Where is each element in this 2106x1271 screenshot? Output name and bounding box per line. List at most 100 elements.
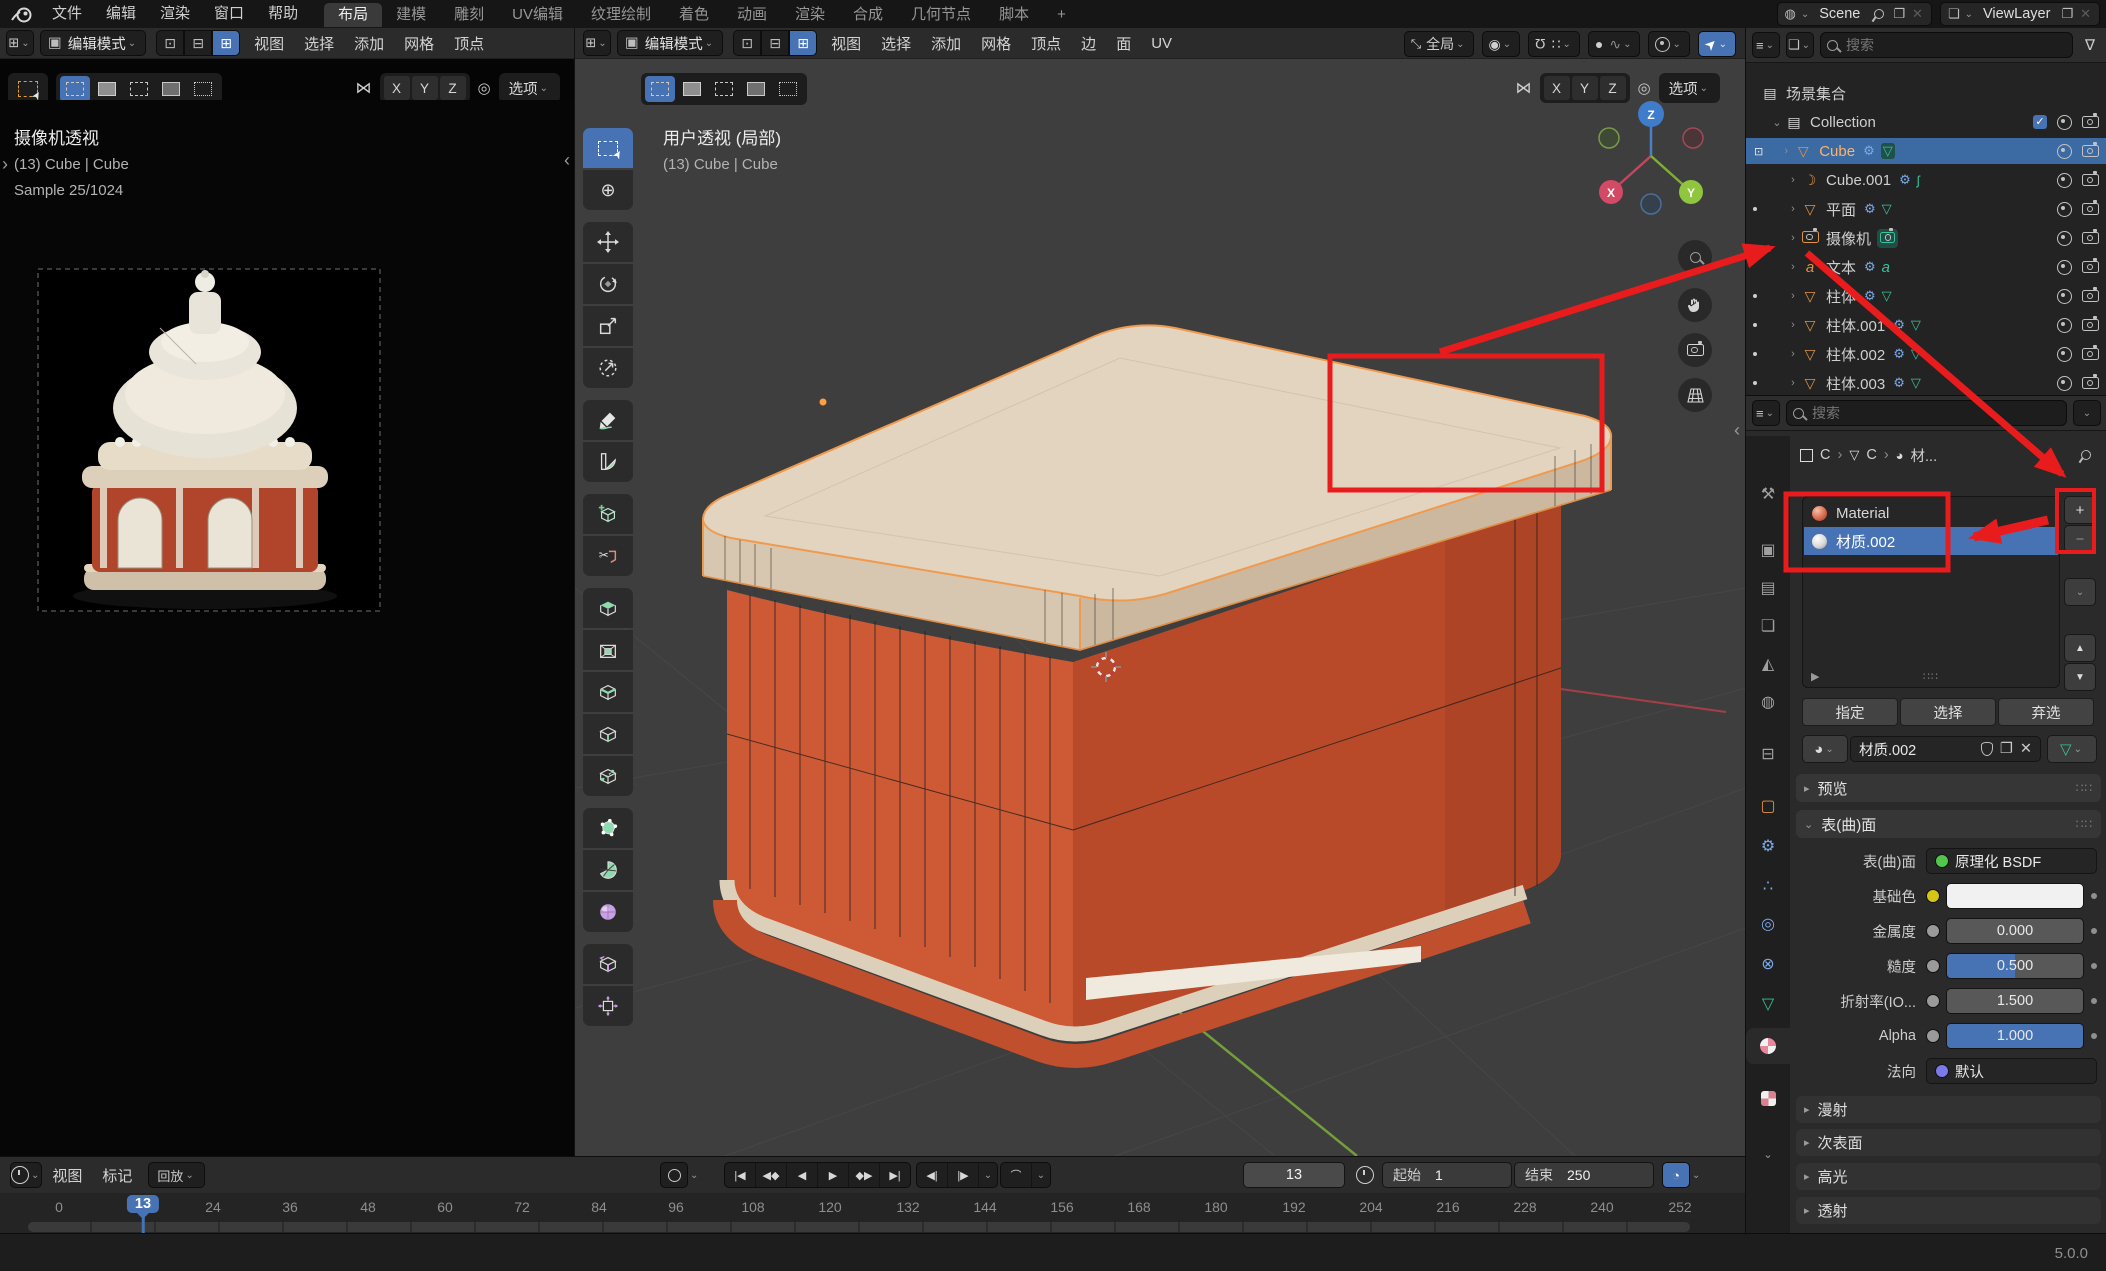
tab-collection[interactable]: ⊟: [1746, 736, 1790, 772]
menu-marker[interactable]: 标记: [92, 1165, 142, 1186]
tab-constraints[interactable]: ⊗: [1746, 946, 1790, 982]
gizmo-toggle[interactable]: ➤⌄: [1698, 31, 1736, 57]
select-subtract-icon[interactable]: [124, 76, 154, 102]
disable-render-icon[interactable]: [2082, 174, 2099, 186]
pivot-point-dropdown[interactable]: ◉⌄: [1482, 31, 1521, 57]
hide-viewport-icon[interactable]: [2057, 115, 2072, 130]
editor-type-button[interactable]: ⊞⌄: [6, 30, 34, 56]
value-socket-icon[interactable]: [1926, 959, 1940, 973]
menu-add[interactable]: 添加: [921, 33, 971, 54]
outliner-row-cylinder[interactable]: › ▽ 柱体 ⚙ ▽: [1746, 283, 2106, 309]
mirror-z-button[interactable]: Z: [1600, 76, 1626, 100]
hide-viewport-icon[interactable]: [2057, 318, 2072, 333]
magnet-icon[interactable]: Ω: [1535, 36, 1545, 52]
tab-texture[interactable]: [1746, 1080, 1790, 1116]
keying-set-icon[interactable]: ⌒: [1001, 1163, 1032, 1187]
menu-face[interactable]: 面: [1106, 33, 1141, 54]
workspace-tab-add[interactable]: +: [1043, 3, 1080, 27]
panel-grip[interactable]: ∷∷: [2076, 817, 2093, 831]
tool-annotate[interactable]: [583, 400, 633, 440]
menu-file[interactable]: 文件: [40, 0, 94, 28]
visibility-dropdown[interactable]: ⌄: [1648, 31, 1689, 57]
disable-render-icon[interactable]: [2082, 232, 2099, 244]
workspace-tab-rendering[interactable]: 渲染: [781, 3, 839, 27]
menu-edge[interactable]: 边: [1071, 33, 1106, 54]
value-socket-icon[interactable]: [1926, 1029, 1940, 1043]
tool-add-cube[interactable]: [583, 494, 633, 534]
menu-add[interactable]: 添加: [344, 33, 394, 54]
display-mode-button[interactable]: ❏⌄: [1786, 32, 1814, 58]
chevron-right-icon[interactable]: ›: [1786, 261, 1800, 273]
falloff-icon[interactable]: ∿: [1609, 36, 1621, 53]
face-select-icon[interactable]: ⊞: [789, 30, 817, 56]
pin-icon[interactable]: [1872, 7, 1886, 21]
proportional-editing-cluster[interactable]: ● ∿⌄: [1588, 31, 1641, 57]
edge-select-icon[interactable]: ⊟: [761, 30, 789, 56]
workspace-tab-uv[interactable]: UV编辑: [498, 3, 577, 27]
tab-world[interactable]: ◍: [1746, 684, 1790, 720]
material-name-field[interactable]: 材质.002 ❐ ✕: [1850, 736, 2041, 762]
outliner-row-scene-collection[interactable]: ▤ 场景集合: [1746, 80, 2106, 106]
viewport-camera[interactable]: ⊞⌄ ▣ 编辑模式 ⌄ ⊡ ⊟ ⊞ 视图 选择 添加 网格 顶点: [0, 28, 574, 1156]
play-button[interactable]: ▶: [818, 1163, 849, 1187]
keyframe-dot[interactable]: [2091, 963, 2097, 969]
hide-viewport-icon[interactable]: [2057, 202, 2072, 217]
menu-vertex[interactable]: 顶点: [1021, 33, 1071, 54]
next-keyframe-button[interactable]: ◆▶: [849, 1163, 880, 1187]
chevron-down-icon[interactable]: ⌄: [1770, 116, 1784, 129]
tab-tool[interactable]: ⚒: [1746, 476, 1790, 512]
tool-transform[interactable]: [583, 348, 633, 388]
breadcrumb-object[interactable]: C: [1820, 447, 1830, 463]
snapping-cluster[interactable]: Ω ∷⌄: [1528, 31, 1580, 57]
shader-dropdown[interactable]: 原理化 BSDF: [1926, 848, 2097, 874]
panel-diffuse[interactable]: ▸漫射: [1796, 1096, 2101, 1123]
assign-button[interactable]: 指定: [1802, 698, 1898, 726]
outliner-row-cube001[interactable]: › ☽ Cube.001 ⚙ ʃ: [1746, 167, 2106, 193]
copy-icon[interactable]: ❐: [1893, 6, 1905, 22]
move-down-button[interactable]: ▼: [2064, 663, 2096, 691]
tool-inset-faces[interactable]: [583, 630, 633, 670]
panel-specular[interactable]: ▸高光: [1796, 1163, 2101, 1190]
copy-icon[interactable]: ❐: [2000, 741, 2013, 757]
filter-icon[interactable]: ∇: [2085, 36, 2095, 54]
hide-viewport-icon[interactable]: [2057, 289, 2072, 304]
mode-dropdown[interactable]: ▣ 编辑模式 ⌄: [40, 30, 146, 56]
chevron-right-icon[interactable]: ›: [1779, 145, 1793, 157]
menu-select[interactable]: 选择: [294, 33, 344, 54]
workspace-tab-texture-paint[interactable]: 纹理绘制: [577, 3, 665, 27]
workspace-tab-layout[interactable]: 布局: [324, 3, 382, 27]
jump-start-button[interactable]: |◀: [725, 1163, 756, 1187]
menu-window[interactable]: 窗口: [202, 0, 256, 28]
keyframe-dot[interactable]: [2091, 998, 2097, 1004]
chevron-right-icon[interactable]: ›: [1786, 203, 1800, 215]
timeline-scrollbar[interactable]: [28, 1222, 1690, 1232]
mirror-y-button[interactable]: Y: [1572, 76, 1598, 100]
hide-viewport-icon[interactable]: [2057, 376, 2072, 391]
tab-modifiers[interactable]: ⚙: [1746, 828, 1790, 864]
base-color-swatch[interactable]: [1946, 883, 2084, 909]
vertex-select-icon[interactable]: ⊡: [733, 30, 761, 56]
outliner-row-text[interactable]: › a 文本 ⚙ a: [1746, 254, 2106, 280]
tab-particles[interactable]: ∴: [1746, 868, 1790, 904]
workspace-tab-animation[interactable]: 动画: [723, 3, 781, 27]
normal-dropdown[interactable]: 默认: [1926, 1058, 2097, 1084]
navigation-gizmo[interactable]: Z X Y: [1591, 100, 1711, 220]
mirror-axis-buttons[interactable]: X Y Z: [380, 73, 470, 103]
current-frame-field[interactable]: 13: [1243, 1162, 1345, 1188]
menu-render[interactable]: 渲染: [148, 0, 202, 28]
tab-output[interactable]: ▤: [1746, 570, 1790, 606]
panel-preview[interactable]: ▸ 预览 ∷∷: [1796, 774, 2101, 802]
playhead[interactable]: 13: [127, 1195, 159, 1213]
outliner-row-cube[interactable]: ⊡ › ▽ Cube ⚙ ▽: [1746, 138, 2106, 164]
tool-loop-cut[interactable]: [583, 714, 633, 754]
select-invert-icon[interactable]: [156, 76, 186, 102]
remove-icon[interactable]: ✕: [2080, 6, 2091, 22]
workspace-tab-modeling[interactable]: 建模: [382, 3, 440, 27]
breadcrumb-data[interactable]: C: [1866, 447, 1876, 463]
keyframe-dot[interactable]: [2091, 893, 2097, 899]
tool-rotate[interactable]: [583, 264, 633, 304]
outliner-row-plane[interactable]: › ▽ 平面 ⚙ ▽: [1746, 196, 2106, 222]
prev-keyframe-button[interactable]: ◀◆: [756, 1163, 787, 1187]
select-mode-group[interactable]: [641, 73, 807, 105]
step-back-button[interactable]: ◀|: [917, 1163, 948, 1187]
